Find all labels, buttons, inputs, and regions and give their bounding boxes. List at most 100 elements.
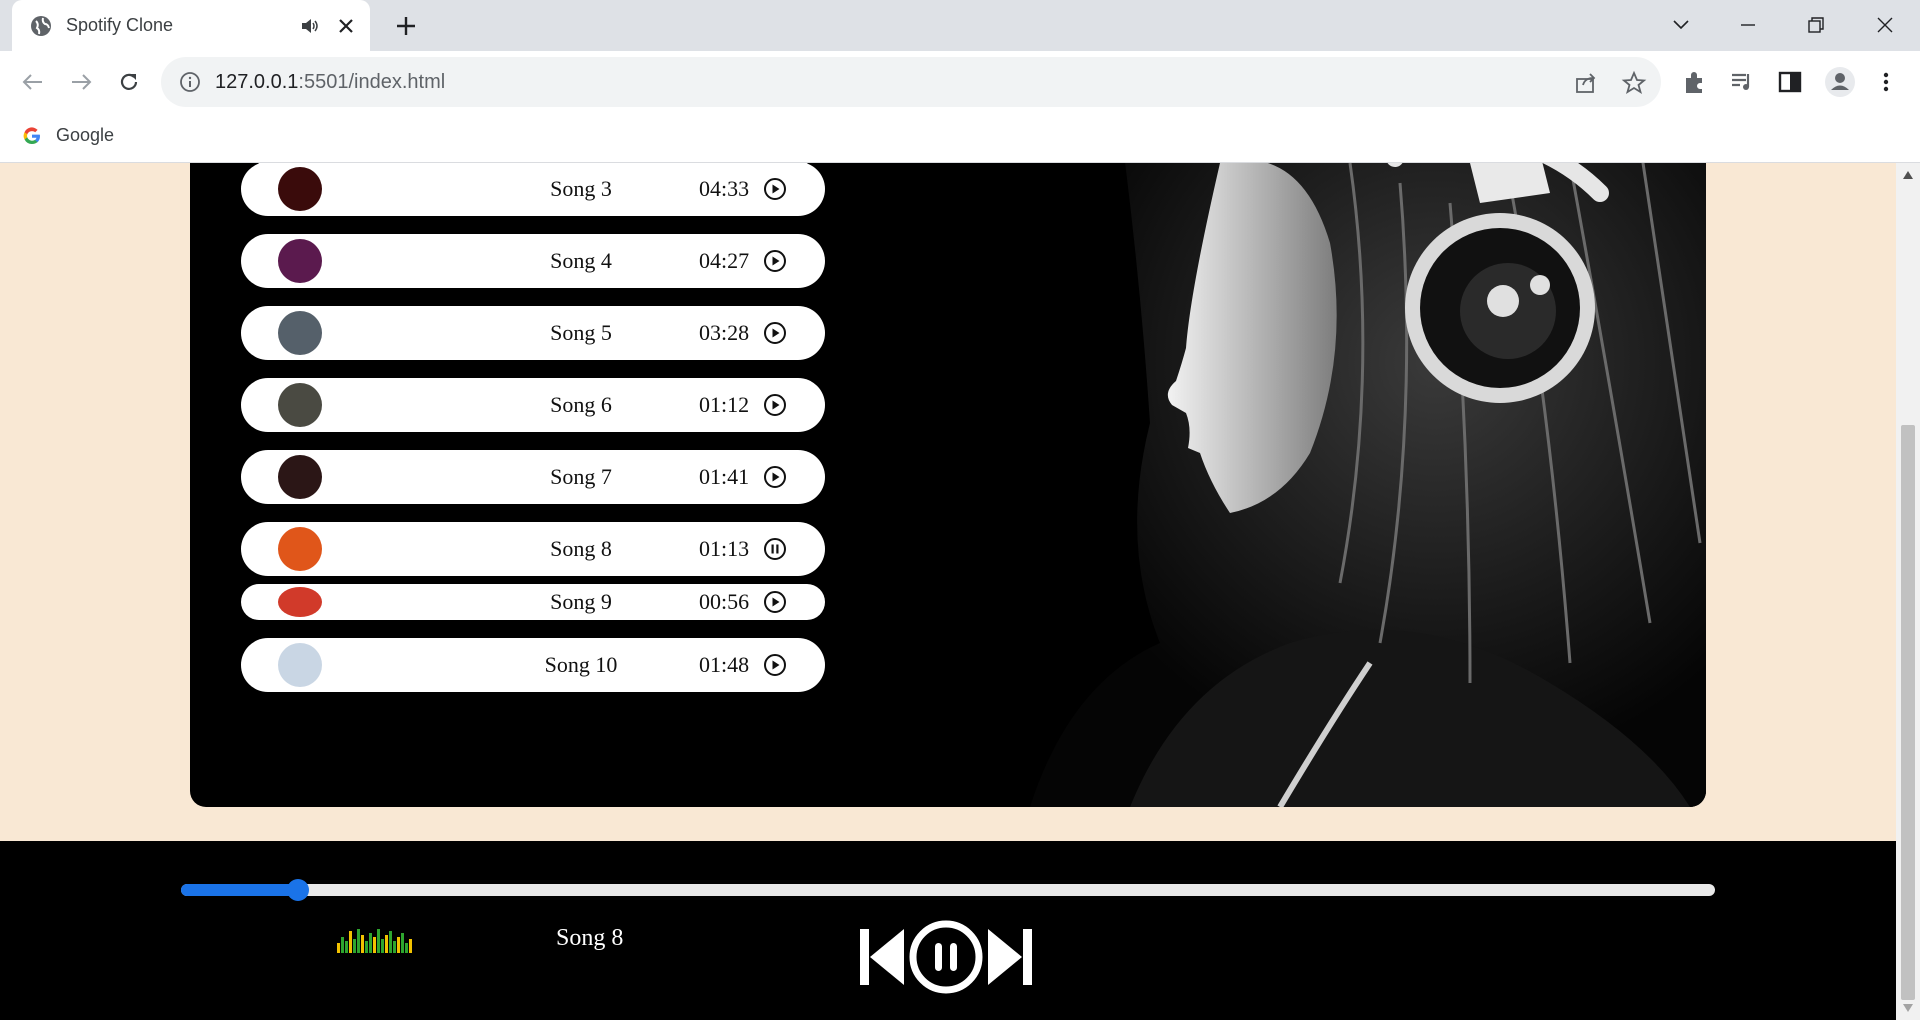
play-circle-icon[interactable] xyxy=(763,393,787,417)
player-bar: Song 8 xyxy=(0,841,1896,1020)
song-duration: 01:12 xyxy=(699,392,750,417)
forward-icon[interactable] xyxy=(66,67,96,97)
reload-icon[interactable] xyxy=(114,67,144,97)
song-cover xyxy=(278,643,322,687)
bookmark-label: Google xyxy=(56,125,115,145)
song-cover xyxy=(278,239,322,283)
scroll-up-icon[interactable] xyxy=(1903,171,1913,179)
equalizer-bar xyxy=(341,937,344,953)
song-duration: 01:48 xyxy=(699,652,750,677)
equalizer-bar xyxy=(373,937,376,953)
pause-circle-icon[interactable] xyxy=(763,537,787,561)
song-item[interactable]: Song 7 01:41 xyxy=(241,450,825,504)
song-name: Song 5 xyxy=(550,320,612,345)
song-duration: 04:33 xyxy=(699,176,750,201)
now-playing-title: Song 8 xyxy=(556,925,624,951)
bookmark-google[interactable]: Google xyxy=(22,125,114,146)
song-cover xyxy=(278,311,322,355)
equalizer-bar xyxy=(345,941,348,953)
song-item[interactable]: Song 4 04:27 xyxy=(241,234,825,288)
pause-icon[interactable] xyxy=(908,919,984,995)
equalizer-bar xyxy=(349,931,352,953)
song-cover xyxy=(278,587,322,617)
side-panel-icon[interactable] xyxy=(1776,68,1804,96)
next-icon[interactable] xyxy=(986,927,1034,987)
song-name: Song 4 xyxy=(550,248,612,273)
globe-icon xyxy=(31,15,51,36)
play-circle-icon[interactable] xyxy=(763,590,787,614)
song-duration: 04:27 xyxy=(699,248,750,273)
equalizer-bar xyxy=(369,933,372,953)
progress-bar[interactable] xyxy=(181,879,1715,901)
play-circle-icon[interactable] xyxy=(763,653,787,677)
browser-tab[interactable]: Spotify Clone xyxy=(12,0,370,51)
profile-icon[interactable] xyxy=(1824,66,1856,98)
chevron-down-icon[interactable] xyxy=(1666,10,1696,40)
songs-panel: Song 2Song 304:33Song 404:27Song 503:28S… xyxy=(190,163,1706,807)
close-icon[interactable] xyxy=(336,16,356,36)
browser-toolbar: 127.0.0.1:5501/index.html xyxy=(0,51,1920,113)
hero-image xyxy=(950,163,1706,807)
song-name: Song 8 xyxy=(550,536,612,561)
equalizer-icon xyxy=(337,929,412,953)
song-duration: 01:41 xyxy=(699,464,750,489)
song-name: Song 7 xyxy=(550,464,612,489)
page-scrollbar[interactable] xyxy=(1896,163,1920,1020)
scroll-down-icon[interactable] xyxy=(1903,1004,1913,1012)
extensions-icon[interactable] xyxy=(1681,68,1709,96)
equalizer-bar xyxy=(401,933,404,953)
play-circle-icon[interactable] xyxy=(763,465,787,489)
song-duration: 00:56 xyxy=(699,589,750,614)
equalizer-bar xyxy=(405,943,408,953)
equalizer-bar xyxy=(381,939,384,953)
back-icon[interactable] xyxy=(18,67,48,97)
song-item[interactable]: Song 10 01:48 xyxy=(241,638,825,692)
previous-icon[interactable] xyxy=(858,927,906,987)
song-cover xyxy=(278,383,322,427)
plus-icon[interactable] xyxy=(392,12,420,40)
song-cover xyxy=(278,167,322,211)
scroll-thumb[interactable] xyxy=(1901,425,1915,1000)
bookmarks-bar: Google xyxy=(0,113,1920,163)
song-item[interactable]: Song 5 03:28 xyxy=(241,306,825,360)
media-icon[interactable] xyxy=(1728,68,1756,96)
song-name: Song 6 xyxy=(550,392,612,417)
close-window-icon[interactable] xyxy=(1870,10,1900,40)
equalizer-bar xyxy=(409,939,412,953)
song-item[interactable]: Song 3 04:33 xyxy=(241,163,825,216)
tab-strip: Spotify Clone xyxy=(0,0,1920,51)
song-name: Song 3 xyxy=(550,176,612,201)
share-icon[interactable] xyxy=(1573,70,1599,96)
song-name: Song 9 xyxy=(550,589,612,614)
equalizer-bar xyxy=(385,935,388,953)
play-circle-icon[interactable] xyxy=(763,321,787,345)
equalizer-bar xyxy=(397,937,400,953)
song-item[interactable]: Song 6 01:12 xyxy=(241,378,825,432)
progress-fill xyxy=(181,884,298,896)
song-name: Song 10 xyxy=(544,652,618,677)
song-duration: 03:28 xyxy=(699,320,750,345)
equalizer-bar xyxy=(357,929,360,953)
equalizer-bar xyxy=(353,939,356,953)
song-cover xyxy=(278,527,322,571)
tab-title: Spotify Clone xyxy=(66,15,174,35)
song-item[interactable]: Song 9 00:56 xyxy=(241,584,825,620)
equalizer-bar xyxy=(389,931,392,953)
speaker-icon[interactable] xyxy=(300,16,320,36)
restore-icon[interactable] xyxy=(1801,10,1831,40)
play-circle-icon[interactable] xyxy=(763,177,787,201)
equalizer-bar xyxy=(393,941,396,953)
play-circle-icon[interactable] xyxy=(763,249,787,273)
menu-icon[interactable] xyxy=(1872,68,1900,96)
minimize-icon[interactable] xyxy=(1733,10,1763,40)
equalizer-bar xyxy=(377,929,380,953)
equalizer-bar xyxy=(361,935,364,953)
star-icon[interactable] xyxy=(1621,70,1647,96)
info-icon[interactable] xyxy=(179,71,201,93)
song-duration: 01:13 xyxy=(699,536,750,561)
equalizer-bar xyxy=(337,943,340,953)
progress-thumb[interactable] xyxy=(286,879,309,901)
equalizer-bar xyxy=(365,941,368,953)
address-bar[interactable]: 127.0.0.1:5501/index.html xyxy=(161,57,1661,107)
song-item[interactable]: Song 8 01:13 xyxy=(241,522,825,576)
